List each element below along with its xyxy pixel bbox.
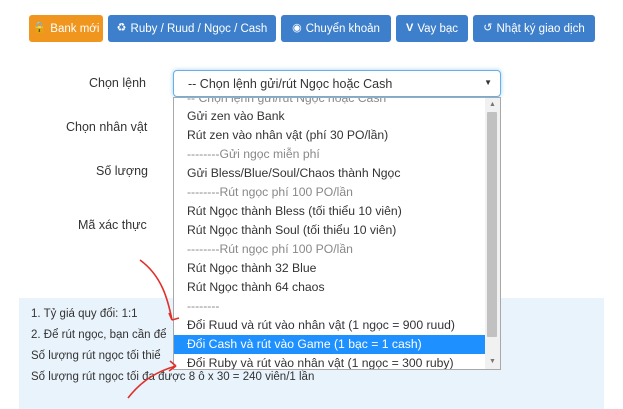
- captcha-label: Mã xác thực: [78, 218, 147, 232]
- dropdown-group-separator: --------Gửi ngọc miễn phí: [187, 147, 320, 161]
- dropdown-option[interactable]: Rút zen vào nhân vật (phí 30 PO/lần): [174, 126, 485, 145]
- tab-label: Bank mới: [50, 22, 100, 35]
- tab-chuyen-khoan[interactable]: ◉ Chuyển khoản: [281, 15, 391, 42]
- dropdown-option[interactable]: Rút Ngọc thành Bless (tối thiểu 10 viên): [174, 202, 485, 221]
- action-tabs: 🔒 Bank mới ♻ Ruby / Ruud / Ngọc / Cash ◉…: [0, 0, 623, 58]
- dropdown-option[interactable]: Rút Ngọc thành Soul (tối thiểu 10 viên): [174, 221, 485, 240]
- character-label: Chọn nhân vật: [66, 120, 148, 134]
- tab-label: Chuyển khoản: [305, 22, 380, 35]
- dropdown-option[interactable]: Đổi Ruud và rút vào nhân vật (1 ngọc = 9…: [174, 316, 485, 335]
- dropdown-option-selected[interactable]: Đổi Cash và rút vào Game (1 bạc = 1 cash…: [174, 335, 485, 354]
- command-select[interactable]: -- Chọn lệnh gửi/rút Ngọc hoặc Cash ▼: [173, 70, 501, 97]
- vimeo-icon: V: [405, 22, 414, 34]
- history-icon: ↺: [483, 22, 493, 34]
- dropdown-scrollbar[interactable]: ▲ ▼: [485, 98, 500, 369]
- command-dropdown-list[interactable]: -- Chọn lệnh gửi/rút Ngọc hoặc Cash Gửi …: [173, 97, 501, 370]
- lock-icon: 🔒: [32, 22, 47, 34]
- dropdown-option[interactable]: Rút Ngọc thành 32 Blue: [174, 259, 485, 278]
- quantity-label: Số lượng: [96, 164, 149, 178]
- tab-vay-bac[interactable]: V Vay bạc: [396, 15, 468, 42]
- caret-down-icon: ▼: [484, 78, 492, 87]
- dropdown-group-separator: --------: [187, 299, 220, 313]
- eye-icon: ◉: [292, 22, 302, 34]
- recycle-icon: ♻: [116, 22, 127, 34]
- dropdown-option[interactable]: Gửi zen vào Bank: [174, 107, 485, 126]
- scroll-up-arrow-icon[interactable]: ▲: [485, 98, 500, 112]
- dropdown-group-separator: --------Rút ngọc phí 100 PO/lần: [187, 242, 353, 256]
- tab-ruby-ruud-ngoc-cash[interactable]: ♻ Ruby / Ruud / Ngọc / Cash: [108, 15, 276, 42]
- dropdown-group-separator: --------Rút ngọc phí 100 PO/lần: [187, 185, 353, 199]
- tab-label: Ruby / Ruud / Ngọc / Cash: [130, 22, 268, 35]
- tab-label: Nhật ký giao dịch: [496, 22, 585, 35]
- info-line: 2. Để rút ngọc, bạn cần để: [31, 329, 167, 341]
- command-select-value: -- Chọn lệnh gửi/rút Ngọc hoặc Cash: [188, 76, 393, 91]
- info-line: Số lượng rút ngọc tối đa được 8 ô x 30 =…: [31, 371, 315, 383]
- scroll-down-arrow-icon[interactable]: ▼: [485, 355, 500, 369]
- dropdown-option[interactable]: Đổi Ruby và rút vào nhân vật (1 ngọc = 3…: [174, 354, 485, 369]
- command-label: Chọn lệnh: [89, 76, 146, 90]
- dropdown-option[interactable]: Gửi Bless/Blue/Soul/Chaos thành Ngọc: [174, 164, 485, 183]
- info-line: 1. Tỷ giá quy đổi: 1:1: [31, 308, 138, 320]
- dropdown-option[interactable]: Rút Ngọc thành 64 chaos: [174, 278, 485, 297]
- tab-nhat-ky-giao-dich[interactable]: ↺ Nhật ký giao dịch: [473, 15, 595, 42]
- scrollbar-thumb[interactable]: [487, 112, 497, 337]
- tab-label: Vay bạc: [417, 22, 459, 35]
- tab-bank-moi[interactable]: 🔒 Bank mới: [29, 15, 103, 42]
- info-line: Số lượng rút ngọc tối thiể: [31, 350, 161, 362]
